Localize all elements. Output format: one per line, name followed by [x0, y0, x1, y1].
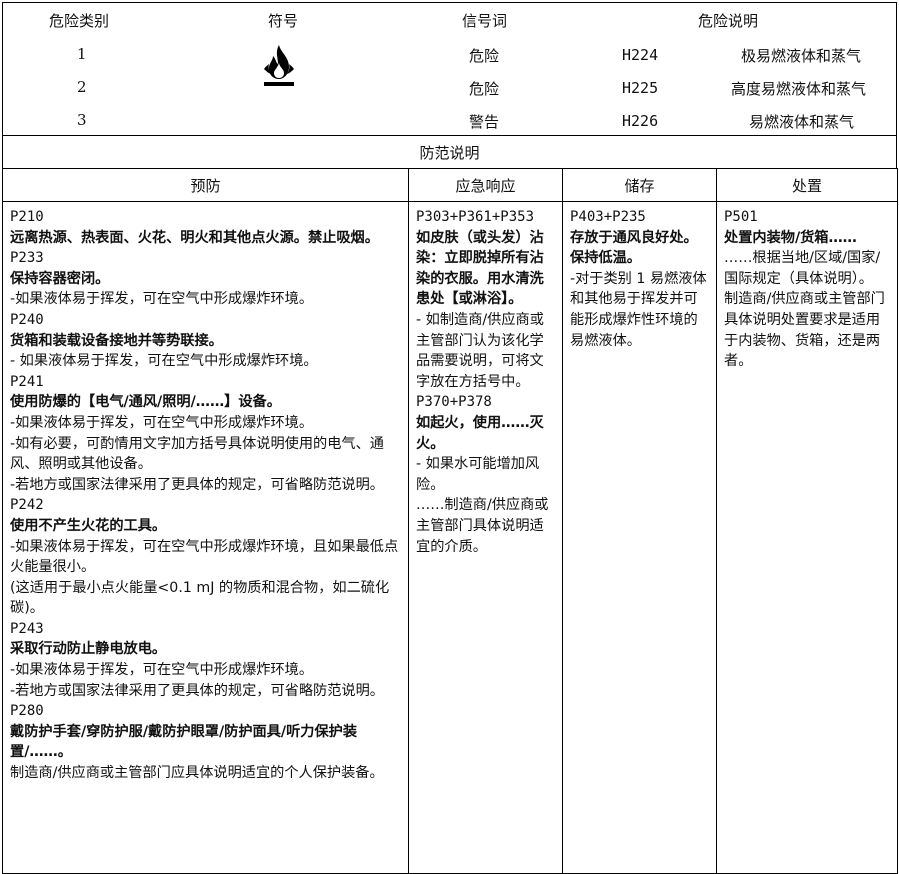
precaution-table: 预防 应急响应 储存 处置 P210 远离热源、热表面、火花、明火和其他点火源。禁…: [2, 168, 898, 874]
hazard-code: H224: [622, 46, 659, 64]
hazard-rows: 1 危险 H224 极易燃液体和蒸气 2 危险 H225 高度易燃液体和蒸气 3…: [2, 35, 897, 136]
precaution-code: P501: [724, 209, 758, 225]
header-category: 危险类别: [49, 12, 110, 30]
precaution-code: P403+P235: [570, 209, 646, 225]
precaution-code: P303+P361+P353: [416, 209, 535, 225]
precaution-statement: 处置内装物/货箱……: [724, 229, 857, 246]
hazard-signal: 警告: [469, 113, 500, 131]
hazard-code: H226: [622, 112, 659, 130]
precaution-note: 制造商/供应商或主管部门应具体说明适宜的个人保护装备。: [10, 765, 384, 782]
precaution-statement: 保持容器密闭。: [10, 270, 110, 287]
flame-icon: [264, 45, 294, 86]
precaution-note: (这适用于最小点火能量<0.1 mJ 的物质和混合物，如二硫化碳)。: [10, 579, 390, 617]
precaution-code: P241: [10, 373, 44, 390]
precaution-statement: 货箱和装载设备接地并等势联接。: [10, 332, 223, 349]
hazard-category: 3: [77, 111, 87, 129]
precaution-title: 防范说明: [2, 135, 897, 169]
precaution-note: -如果液体易于挥发，可在空气中形成爆炸环境。: [10, 291, 314, 308]
precaution-note: -若地方或国家法律采用了更具体的规定，可省略防范说明。: [10, 682, 384, 699]
response-cell: P303+P361+P353 如皮肤（或头发）沾染：立即脱掉所有沾染的衣服。用水清…: [408, 201, 563, 874]
precaution-note: -对于类别 1 易燃液体和其他易于挥发并可能形成爆炸性环境的易燃液体。: [570, 270, 707, 349]
hazard-category: 1: [77, 45, 87, 63]
hazard-code: H225: [622, 79, 659, 97]
hazard-category: 2: [77, 78, 87, 96]
storage-cell: P403+P235 存放于通风良好处。保持低温。 -对于类别 1 易燃液体和其他易于…: [562, 201, 717, 874]
precaution-note: -如果液体易于挥发，可在空气中形成爆炸环境。: [10, 414, 314, 431]
precaution-statement: 使用不产生火花的工具。: [10, 517, 167, 534]
precaution-statement: 采取行动防止静电放电。: [10, 641, 167, 658]
hazard-signal: 危险: [469, 47, 500, 65]
precaution-code: P210: [10, 209, 44, 225]
precaution-note: 制造商/供应商或主管部门具体说明处置要求是适用于内装物、货箱，还是两者。: [724, 291, 885, 370]
precaution-title-row: 防范说明: [2, 135, 897, 169]
precaution-note: -若地方或国家法律采用了更具体的规定，可省略防范说明。: [10, 476, 384, 493]
precaution-note: - 如制造商/供应商或主管部门认为该化学品需要说明，可将文字放在方括号中。: [416, 311, 544, 390]
prevention-cell: P210 远离热源、热表面、火花、明火和其他点火源。禁止吸烟。 P233 保持容器密闭…: [2, 201, 409, 874]
precaution-header-row: 预防 应急响应 储存 处置: [2, 168, 898, 202]
column-response: 应急响应: [408, 168, 563, 202]
precaution-statement: 远离热源、热表面、火花、明火和其他点火源。禁止吸烟。: [10, 229, 379, 246]
column-disposal: 处置: [716, 168, 898, 202]
precaution-code: P243: [10, 620, 44, 637]
hazard-statement: 极易燃液体和蒸气: [741, 47, 862, 65]
precaution-note: -如有必要，可酌情用文字加方括号具体说明使用的电气、通风、照明或其他设备。: [10, 435, 384, 473]
hazard-table: 危险类别 符号 信号词 危险说明 1 危险 H224 极易燃液体和蒸气 2 危险…: [2, 2, 897, 169]
precaution-note: ……根据当地/区域/国家/国际规定（具体说明）。: [724, 250, 881, 287]
precaution-note: ……制造商/供应商或主管部门具体说明适宜的介质。: [416, 497, 549, 555]
precaution-code: P240: [10, 311, 44, 328]
precaution-note: -如果液体易于挥发，可在空气中形成爆炸环境。: [10, 662, 314, 679]
disposal-cell: P501 处置内装物/货箱…… ……根据当地/区域/国家/国际规定（具体说明）。制造…: [716, 201, 898, 874]
precaution-statement: 戴防护手套/穿防护服/戴防护眼罩/防护面具/听力保护装置/……。: [10, 723, 358, 761]
column-prevention: 预防: [2, 168, 409, 202]
precaution-body-row: P210 远离热源、热表面、火花、明火和其他点火源。禁止吸烟。 P233 保持容器密闭…: [2, 201, 898, 874]
precaution-statement: 如皮肤（或头发）沾染：立即脱掉所有沾染的衣服。用水清洗患处【或淋浴】。: [416, 229, 544, 308]
hazard-signal: 危险: [469, 80, 500, 98]
header-signal: 信号词: [462, 12, 508, 30]
precaution-note: -如果液体易于挥发，可在空气中形成爆炸环境，且如果最低点火能量很小。: [10, 538, 399, 576]
precaution-code: P233: [10, 250, 44, 267]
precaution-code: P370+P378: [416, 394, 492, 411]
hazard-header-row: 危险类别 符号 信号词 危险说明: [2, 2, 897, 35]
column-storage: 储存: [562, 168, 717, 202]
precaution-statement: 如起火，使用……灭火。: [416, 414, 544, 452]
precaution-note: - 如果水可能增加风险。: [416, 456, 540, 493]
precaution-statement: 存放于通风良好处。保持低温。: [570, 229, 698, 267]
precaution-code: P280: [10, 703, 44, 720]
header-symbol: 符号: [268, 12, 299, 30]
hazard-statement: 易燃液体和蒸气: [749, 113, 855, 131]
precaution-code: P242: [10, 497, 44, 514]
document-page: 危险类别 符号 信号词 危险说明 1 危险 H224 极易燃液体和蒸气 2 危险…: [0, 0, 899, 874]
precaution-statement: 使用防爆的【电气/通风/照明/……】设备。: [10, 394, 281, 411]
precaution-note: - 如果液体易于挥发，可在空气中形成爆炸环境。: [10, 353, 318, 370]
hazard-statement: 高度易燃液体和蒸气: [731, 80, 867, 98]
header-statement: 危险说明: [698, 12, 759, 30]
